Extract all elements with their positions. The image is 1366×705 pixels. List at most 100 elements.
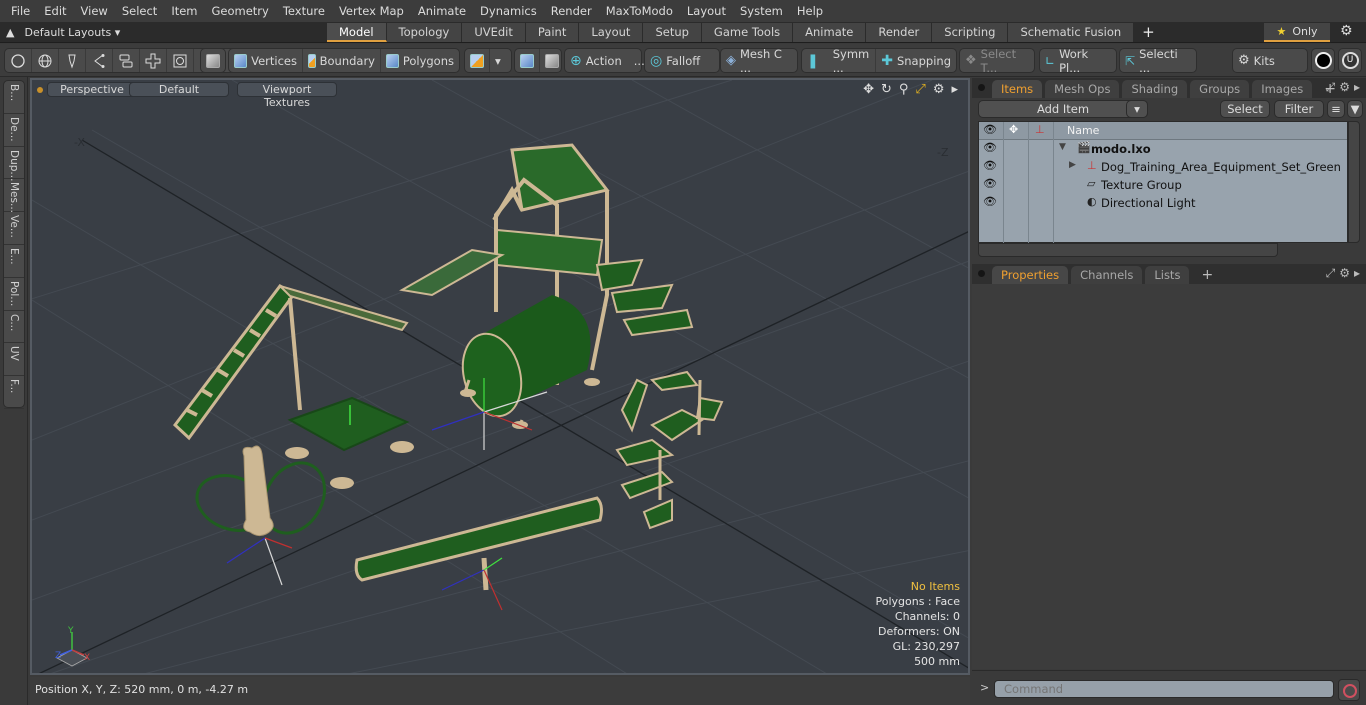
expand-arrow-icon[interactable]: ▸ [951,82,958,97]
add-item-button[interactable]: Add Item [978,100,1148,118]
menu-select[interactable]: Select [115,0,164,22]
item-row[interactable]: 👁 ◐ Directional Light [979,194,1347,212]
expand-arrow-icon[interactable]: ▸ [1354,266,1360,281]
visibility-eye-icon[interactable]: 👁 [983,195,997,208]
expand-arrow-icon[interactable]: ▶ [1069,160,1076,170]
layers-button[interactable] [113,49,140,72]
command-input[interactable] [994,680,1334,698]
filter-funnel-button[interactable]: ▼ [1347,100,1363,118]
kits-button[interactable]: ⚙ Kits [1233,49,1280,72]
material-dropdown[interactable]: ▾ [490,49,506,72]
left-tab-4[interactable]: Ve... [4,212,24,245]
selection-sets-button[interactable]: ⇱ Selecti ... [1120,47,1196,75]
menu-item[interactable]: Item [164,0,204,22]
add-item-dropdown[interactable]: ▾ [1126,100,1148,118]
menu-file[interactable]: File [4,0,37,22]
action-center-button[interactable]: ⊕ Action... [565,49,650,72]
menu-system[interactable]: System [733,0,790,22]
left-tab-8[interactable]: UV [4,343,24,377]
tab-mesh-ops[interactable]: Mesh Ops [1045,80,1120,98]
gear-icon[interactable]: ⚙ [1340,23,1353,39]
tab-schematic-fusion[interactable]: Schematic Fusion [1008,23,1135,42]
square-button[interactable] [167,49,194,72]
menu-dynamics[interactable]: Dynamics [473,0,544,22]
tab-shading[interactable]: Shading [1122,80,1188,98]
select-through-button[interactable]: ❖ Select T... [960,47,1034,75]
properties_panel-add-tab-button[interactable]: + [1192,266,1222,284]
viewport-textures-button[interactable]: Viewport Textures [237,82,337,109]
globe-button[interactable] [32,49,59,72]
boundary-button[interactable]: Boundary [303,49,381,72]
tab-scripting[interactable]: Scripting [932,23,1009,42]
pen-button[interactable] [59,49,86,72]
item-row[interactable]: 👁 ▶ ⊥ Dog_Training_Area_Equipment_Set_Green [979,158,1347,176]
collapse-arrow-icon[interactable]: ▼ [1059,142,1066,152]
locator-header-icon[interactable]: ⊥ [1035,123,1045,136]
tab-items[interactable]: Items [992,80,1043,98]
tab-model[interactable]: Model [327,23,387,42]
tab-groups[interactable]: Groups [1190,80,1250,98]
tab-lists[interactable]: Lists [1145,266,1190,284]
material-mode-button[interactable] [465,49,490,72]
tab-animate[interactable]: Animate [793,23,867,42]
gear-icon[interactable]: ⚙ [1339,80,1350,95]
add-layout-tab-button[interactable]: + [1134,23,1164,42]
collapse-arrow-icon[interactable]: ▲ [6,26,14,39]
record-macro-button[interactable] [1338,679,1360,701]
menu-maxtomodo[interactable]: MaxToModo [599,0,680,22]
curve-button[interactable] [86,49,113,72]
work-plane-button[interactable]: ∟ Work Pl... [1040,47,1116,75]
expand-arrow-icon[interactable]: ▸ [1354,80,1360,95]
tab-properties[interactable]: Properties [992,266,1069,284]
filter-button[interactable]: Filter [1274,100,1324,118]
polygons-button[interactable]: Polygons [381,49,459,72]
left-tab-0[interactable]: B... [4,81,24,114]
name-column-header[interactable]: Name [1067,124,1099,137]
menu-vertex-map[interactable]: Vertex Map [332,0,411,22]
visibility-eye-icon[interactable]: 👁 [983,159,997,172]
snapping-button[interactable]: ✚ Snapping [876,49,956,72]
maximize-icon[interactable]: ⤢ [1326,266,1336,281]
left-tab-1[interactable]: De... [4,114,24,147]
visibility-header-icon[interactable]: 👁 [983,123,997,136]
transform-button[interactable] [515,49,540,72]
tab-render[interactable]: Render [866,23,933,42]
visibility-eye-icon[interactable]: 👁 [983,141,997,154]
viewport-options-dot[interactable] [37,87,43,93]
vertices-button[interactable]: Vertices [229,49,303,72]
item-row[interactable]: 👁 ▼ 🎬 modo.lxo [979,140,1347,158]
symmetry-button[interactable]: ❚ Symm ... [802,47,877,75]
3d-viewport[interactable]: -X -Z Y X Z Perspective Default Viewport… [30,78,970,675]
items-horizontal-scrollbar[interactable] [978,243,1278,257]
left-tab-5[interactable]: E... [4,245,24,278]
tab-channels[interactable]: Channels [1071,266,1143,284]
tab-topology[interactable]: Topology [386,23,463,42]
cross-button[interactable] [140,49,167,72]
center-button[interactable] [540,49,564,72]
zoom-icon[interactable]: ⚲ [899,82,909,97]
mesh-cleanup-button[interactable]: ◈ Mesh C ... [721,47,797,75]
item-mode-button[interactable] [201,49,225,72]
left-tab-2[interactable]: Dup... [4,147,24,181]
panel-options-dot[interactable] [978,84,985,91]
gear-icon[interactable]: ⚙ [1339,266,1350,281]
default-layouts-dropdown[interactable]: ▲ Default Layouts ▾ [6,22,120,43]
menu-view[interactable]: View [74,0,115,22]
menu-layout[interactable]: Layout [680,0,733,22]
view-mode-button[interactable]: Perspective [47,82,137,97]
falloff-button[interactable]: ◎ Falloff [645,49,705,72]
maximize-icon[interactable]: ⤢ [1326,80,1336,95]
tab-uvedit[interactable]: UVEdit [462,23,526,42]
left-tab-3[interactable]: Mes... [4,179,24,213]
maximize-icon[interactable]: ⤢ [915,82,925,97]
items-vertical-scrollbar[interactable] [1348,121,1360,243]
menu-help[interactable]: Help [790,0,830,22]
shading-mode-button[interactable]: Default [129,82,229,97]
tab-images[interactable]: Images [1252,80,1313,98]
only-button[interactable]: ★ Only [1264,23,1330,42]
unity-button[interactable] [1311,48,1335,73]
menu-animate[interactable]: Animate [411,0,473,22]
menu-geometry[interactable]: Geometry [205,0,276,22]
tab-layout[interactable]: Layout [579,23,644,42]
left-tab-9[interactable]: F... [4,376,24,409]
